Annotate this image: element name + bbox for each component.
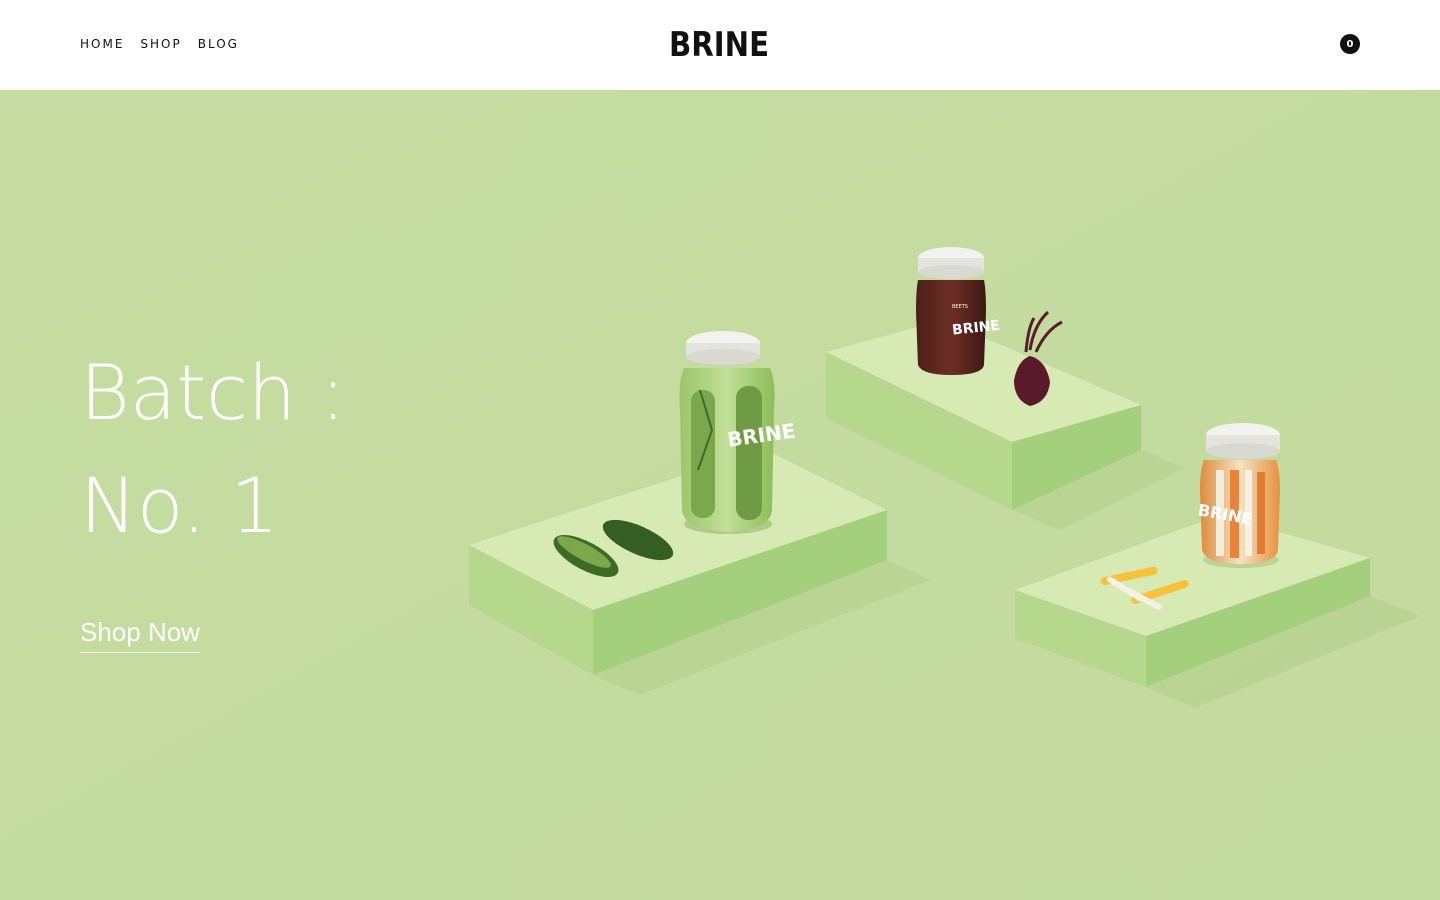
main-nav: HOME SHOP BLOG xyxy=(80,37,239,51)
logo-text: BRINE xyxy=(669,25,770,65)
hero-title-line-2: No. 1 xyxy=(80,461,279,550)
nav-shop-link[interactable]: SHOP xyxy=(140,37,181,51)
nav-home-link[interactable]: HOME xyxy=(80,37,124,51)
nav-blog-link[interactable]: BLOG xyxy=(198,37,239,51)
shop-now-link[interactable]: Shop Now xyxy=(80,617,200,653)
beet-jar-small-label: BEETS xyxy=(952,304,968,310)
hero-banner: BRINE BRINE BEETS BRINE Batch: No. 1 Sh… xyxy=(0,90,1440,900)
carrot-jar: BRINE xyxy=(1197,423,1280,568)
cart-count-badge[interactable]: 0 xyxy=(1340,34,1360,54)
hero-title-line-1: Batch : xyxy=(80,348,346,437)
site-header: HOME SHOP BLOG BRINE 0 xyxy=(0,0,1440,90)
brine-logo[interactable]: BRINE xyxy=(669,27,771,63)
